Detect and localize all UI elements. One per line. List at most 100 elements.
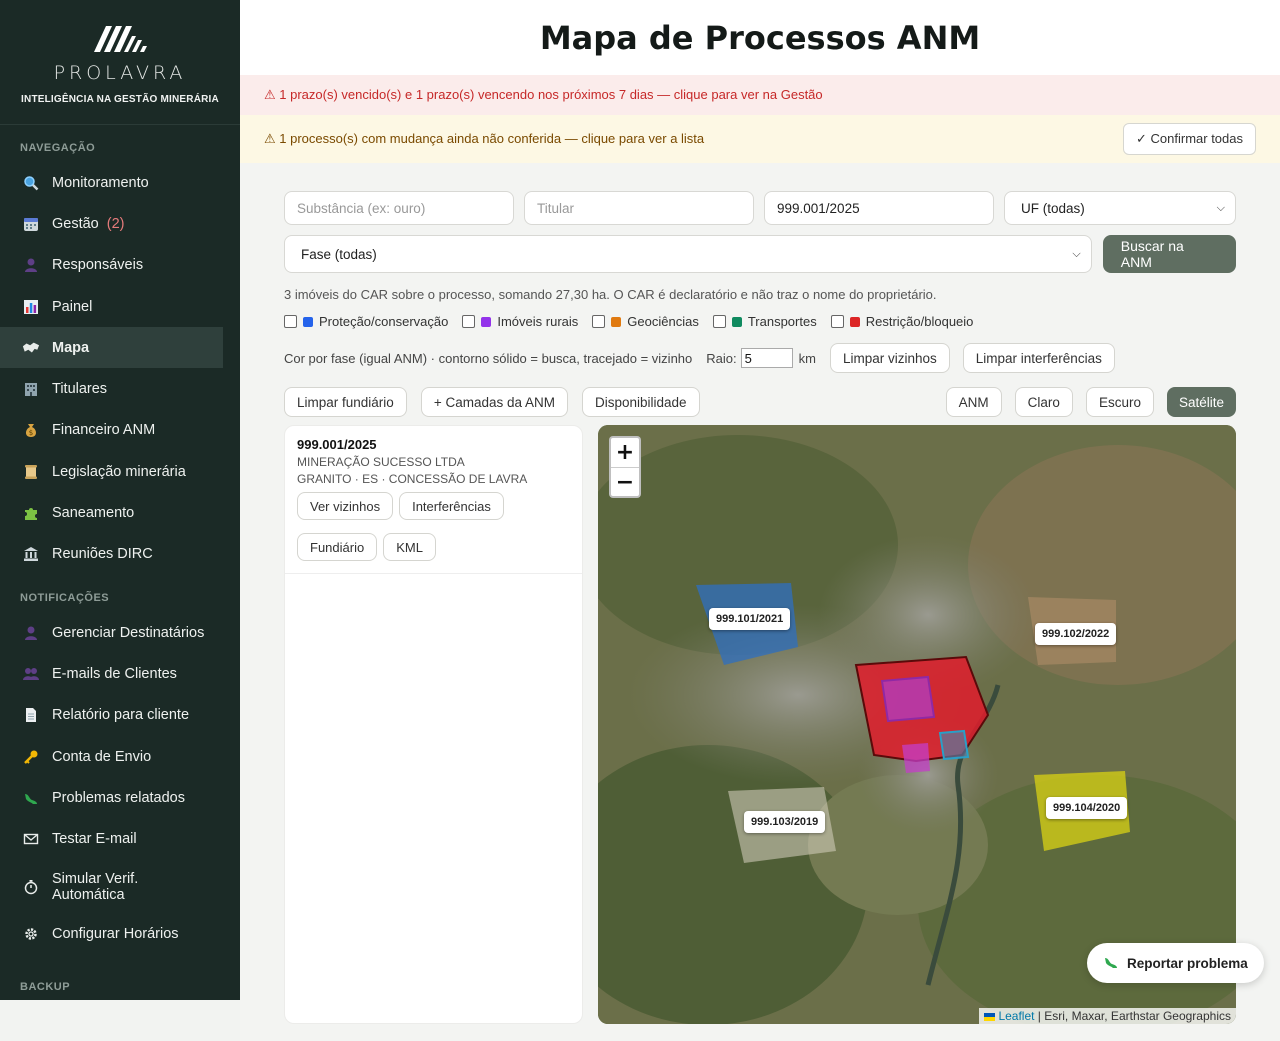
attribution-text: | Esri, Maxar, Earthstar Geographics bbox=[1034, 1009, 1231, 1023]
map-process-label[interactable]: 999.103/2019 bbox=[744, 811, 826, 833]
sidebar-item-simular-verif[interactable]: Simular Verif. Automática bbox=[0, 860, 223, 914]
money-bag-icon: $ bbox=[22, 421, 40, 439]
report-problem-button[interactable]: Reportar problema bbox=[1087, 943, 1264, 983]
layer-label: Geociências bbox=[627, 314, 699, 329]
interferences-button[interactable]: Interferências bbox=[399, 492, 504, 520]
layer-color-swatch bbox=[731, 316, 742, 327]
layer-transportes[interactable]: Transportes bbox=[712, 314, 817, 329]
sidebar-item-reunioes-dirc[interactable]: Reuniões DIRC bbox=[0, 534, 223, 575]
sidebar-item-monitoramento[interactable]: Monitoramento bbox=[0, 162, 223, 203]
sidebar-item-label: Simular Verif. Automática bbox=[52, 870, 139, 903]
changes-alert-text: ⚠ 1 processo(s) com mudança ainda não co… bbox=[264, 131, 705, 146]
clear-land-button[interactable]: Limpar fundiário bbox=[284, 387, 407, 417]
checkbox[interactable] bbox=[462, 315, 476, 328]
calendar-icon bbox=[22, 215, 40, 233]
layer-color-swatch bbox=[481, 316, 492, 327]
sidebar-item-saneamento[interactable]: Saneamento bbox=[0, 492, 223, 533]
changes-alert[interactable]: ⚠ 1 processo(s) com mudança ainda não co… bbox=[240, 115, 1280, 163]
land-button[interactable]: Fundiário bbox=[297, 533, 378, 561]
layer-protecao[interactable]: Proteção/conservação bbox=[284, 314, 448, 329]
prolavra-logo-icon bbox=[94, 26, 147, 52]
result-item[interactable]: 999.001/2025 MINERAÇÃO SUCESSO LTDA GRAN… bbox=[285, 426, 582, 574]
toolbar-row: Limpar fundiário + Camadas da ANM Dispon… bbox=[284, 387, 1236, 417]
sidebar-item-label: Testar E-mail bbox=[52, 831, 137, 848]
basemap-anm-button[interactable]: ANM bbox=[945, 387, 1002, 417]
map-process-label[interactable]: 999.104/2020 bbox=[1046, 797, 1128, 819]
ukraine-flag-icon bbox=[984, 1012, 996, 1021]
layer-imoveis-rurais[interactable]: Imóveis rurais bbox=[462, 314, 578, 329]
sidebar-item-testar-email[interactable]: Testar E-mail bbox=[0, 818, 223, 859]
building-icon bbox=[22, 380, 40, 398]
availability-button[interactable]: Disponibilidade bbox=[582, 387, 700, 417]
clear-neighbors-button[interactable]: Limpar vizinhos bbox=[829, 343, 950, 373]
sidebar-item-label: Reuniões DIRC bbox=[52, 546, 153, 563]
sidebar-item-mapa[interactable]: Mapa bbox=[0, 327, 223, 369]
uf-select-value: UF (todas) bbox=[1021, 200, 1085, 216]
sidebar-item-financeiro-anm[interactable]: $ Financeiro ANM bbox=[0, 410, 223, 451]
leaflet-link[interactable]: Leaflet bbox=[998, 1009, 1034, 1023]
main-content: Mapa de Processos ANM ⚠ 1 prazo(s) venci… bbox=[240, 0, 1280, 1041]
uf-select[interactable]: UF (todas) ⌵ bbox=[1004, 191, 1236, 225]
kml-button[interactable]: KML bbox=[383, 533, 436, 561]
radius-input[interactable]: 5 bbox=[740, 348, 793, 368]
clear-interferences-button[interactable]: Limpar interferências bbox=[962, 343, 1115, 373]
layer-geociencias[interactable]: Geociências bbox=[592, 314, 699, 329]
puzzle-icon bbox=[22, 504, 40, 522]
search-anm-button[interactable]: Buscar na ANM bbox=[1102, 235, 1236, 273]
svg-text:$: $ bbox=[29, 429, 33, 437]
holder-input[interactable]: Titular bbox=[524, 191, 754, 225]
sidebar-item-responsaveis[interactable]: Responsáveis bbox=[0, 245, 223, 286]
view-neighbors-button[interactable]: Ver vizinhos bbox=[297, 492, 394, 520]
checkbox[interactable] bbox=[830, 315, 844, 328]
filters-panel: Substância (ex: ouro) Titular 999.001/20… bbox=[284, 191, 1236, 417]
sidebar-item-conta-envio[interactable]: Conta de Envio bbox=[0, 736, 223, 777]
sidebar-item-configurar-horarios[interactable]: Configurar Horários bbox=[0, 914, 223, 955]
process-number-input[interactable]: 999.001/2025 bbox=[764, 191, 994, 225]
sidebar-item-titulares[interactable]: Titulares bbox=[0, 368, 223, 409]
zoom-out-button[interactable]: − bbox=[611, 467, 639, 496]
chevron-down-icon: ⌵ bbox=[1072, 247, 1081, 260]
sidebar-item-label: Mapa bbox=[52, 339, 90, 356]
checkbox[interactable] bbox=[712, 315, 726, 328]
layer-label: Restrição/bloqueio bbox=[865, 314, 974, 329]
sidebar: PROLAVRA INTELIGÊNCIA NA GESTÃO MINERÁRI… bbox=[0, 0, 240, 1000]
sidebar-item-emails-clientes[interactable]: E-mails de Clientes bbox=[0, 653, 223, 694]
deadline-alert[interactable]: ⚠ 1 prazo(s) vencido(s) e 1 prazo(s) ven… bbox=[240, 75, 1280, 115]
phase-select-value: Fase (todas) bbox=[301, 246, 377, 262]
sidebar-item-gerenciar-destinatarios[interactable]: Gerenciar Destinatários bbox=[0, 612, 223, 653]
basemap-satelite-button[interactable]: Satélite bbox=[1166, 387, 1236, 417]
basemap-escuro-button[interactable]: Escuro bbox=[1085, 387, 1154, 417]
basemap-claro-button[interactable]: Claro bbox=[1014, 387, 1073, 417]
sidebar-item-gestao[interactable]: Gestão (2) bbox=[0, 203, 223, 244]
radius-label: Raio: bbox=[706, 350, 737, 366]
gear-icon bbox=[22, 925, 40, 943]
gestao-count-badge: (2) bbox=[106, 215, 125, 232]
neighbors-legend: Cor por fase (igual ANM) · contorno sóli… bbox=[284, 350, 693, 366]
layer-restricao[interactable]: Restrição/bloqueio bbox=[830, 314, 974, 329]
sidebar-item-label: Gerenciar Destinatários bbox=[52, 624, 205, 641]
sidebar-item-label: Conta de Envio bbox=[52, 748, 152, 765]
radius-unit: km bbox=[798, 350, 816, 366]
checkbox[interactable] bbox=[592, 315, 606, 328]
envelope-icon bbox=[22, 830, 40, 848]
map-icon bbox=[22, 339, 40, 357]
map-view[interactable]: + − 999.101/2021 999.102/2022 999.103/20… bbox=[598, 425, 1236, 1024]
sidebar-item-legislacao[interactable]: Legislação minerária bbox=[0, 451, 223, 492]
layer-color-swatch bbox=[611, 316, 622, 327]
sidebar-item-problemas-relatados[interactable]: Problemas relatados bbox=[0, 777, 223, 818]
phase-select[interactable]: Fase (todas) ⌵ bbox=[284, 235, 1092, 273]
zoom-in-button[interactable]: + bbox=[611, 438, 639, 467]
document-icon bbox=[22, 706, 40, 724]
sidebar-item-label: Financeiro ANM bbox=[52, 422, 156, 439]
map-process-label[interactable]: 999.101/2021 bbox=[709, 608, 791, 630]
sidebar-item-painel[interactable]: Painel bbox=[0, 286, 223, 327]
map-process-label[interactable]: 999.102/2022 bbox=[1035, 623, 1117, 645]
result-process-id: 999.001/2025 bbox=[297, 437, 377, 452]
sidebar-item-relatorio-cliente[interactable]: Relatório para cliente bbox=[0, 695, 223, 736]
anm-layers-button[interactable]: + Camadas da ANM bbox=[420, 387, 568, 417]
sidebar-section-notificacoes: NOTIFICAÇÕES bbox=[20, 591, 110, 604]
substance-input[interactable]: Substância (ex: ouro) bbox=[284, 191, 514, 225]
confirm-all-button[interactable]: ✓ Confirmar todas bbox=[1123, 123, 1256, 155]
person-icon bbox=[22, 256, 40, 274]
checkbox[interactable] bbox=[284, 315, 297, 328]
